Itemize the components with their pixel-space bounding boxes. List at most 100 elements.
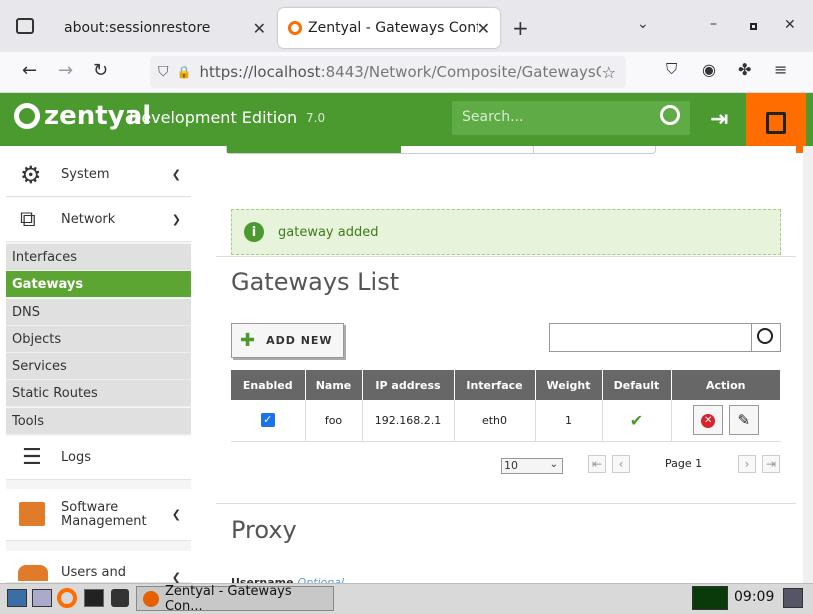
tab-zentyal[interactable]: Zentyal - Gateways Conf ✕: [278, 8, 500, 48]
column-header[interactable]: Enabled: [231, 370, 306, 400]
sidebar-subitem-gateways[interactable]: Gateways: [6, 271, 191, 298]
notice-message: i gateway added: [231, 209, 781, 255]
browser-tab-bar: about:sessionrestore ✕ Zentyal - Gateway…: [0, 0, 813, 52]
search-icon: [757, 328, 773, 344]
sidebar-subitem-interfaces[interactable]: Interfaces: [6, 244, 191, 271]
column-header: Action: [671, 370, 781, 400]
sidebar-subitem-tools[interactable]: Tools: [6, 408, 191, 435]
tray-icon[interactable]: [783, 588, 803, 608]
sidebar-item-label: Logs: [61, 450, 91, 465]
network-icon: ⧉: [20, 207, 36, 232]
sidebar-subitem-label: Static Routes: [12, 386, 98, 401]
browser-nav-bar: ← → ↻ ⛉ 🔒 https://localhost:8443/Network…: [0, 52, 813, 93]
next-page-button[interactable]: ›: [738, 455, 756, 473]
enabled-checkbox[interactable]: ✓: [260, 413, 275, 428]
logout-icon[interactable]: ⇥: [710, 107, 728, 132]
sidebar-item-label: Software Management: [61, 499, 147, 529]
url-bar[interactable]: ⛉ 🔒 https://localhost:8443/Network/Compo…: [150, 56, 626, 88]
new-tab-icon[interactable]: +: [512, 16, 529, 40]
search-placeholder: Search...: [462, 109, 524, 125]
add-new-button[interactable]: ✚ ADD NEW: [231, 323, 344, 358]
save-changes-button[interactable]: [746, 93, 806, 153]
cpu-monitor-icon: [692, 586, 728, 610]
close-icon[interactable]: ✕: [253, 19, 266, 38]
sidebar-item-software[interactable]: Software Management ❮: [6, 489, 191, 541]
column-header[interactable]: Weight: [535, 370, 603, 400]
sidebar-item-system[interactable]: ⚙ System ❮: [6, 153, 191, 197]
extensions-icon[interactable]: ✤: [738, 60, 751, 79]
column-header[interactable]: Name: [305, 370, 363, 400]
minimize-icon[interactable]: –: [710, 16, 717, 32]
sidebar: ⚙ System ❮ ⧉ Network ❯ Interfaces Gatewa…: [6, 153, 191, 584]
search-icon[interactable]: [660, 105, 680, 125]
last-page-button[interactable]: ⇥: [762, 455, 780, 473]
sidebar-item-logs[interactable]: ☰ Logs: [6, 436, 191, 480]
close-icon[interactable]: ✕: [477, 19, 490, 38]
ip-cell: 192.168.2.1: [362, 400, 455, 442]
drive-icon[interactable]: [111, 589, 129, 607]
add-new-label: ADD NEW: [266, 334, 333, 347]
sidebar-item-label: System: [61, 167, 110, 182]
menu-icon[interactable]: ≡: [774, 60, 787, 79]
zentyal-launcher-icon[interactable]: [57, 588, 77, 608]
delete-button[interactable]: ✕: [693, 405, 724, 436]
chevron-left-icon: ❮: [171, 168, 181, 181]
sidebar-subitem-services[interactable]: Services: [6, 353, 191, 380]
shield-icon: ⛉: [158, 64, 169, 80]
gear-icon: ⚙: [20, 160, 42, 189]
page-size-select[interactable]: 10 ⌄: [501, 458, 563, 474]
table-search-button[interactable]: [751, 323, 781, 352]
sidebar-item-network[interactable]: ⧉ Network ❯: [6, 198, 191, 242]
forward-icon[interactable]: →: [58, 60, 73, 81]
table-search-input[interactable]: [549, 323, 752, 352]
tab-divider: [533, 146, 534, 153]
scrollbar[interactable]: [803, 146, 813, 583]
maximize-icon[interactable]: [750, 23, 757, 30]
section-divider: [216, 256, 796, 257]
column-header[interactable]: Default: [602, 370, 672, 400]
sidebar-subitem-label: Tools: [12, 414, 45, 429]
previous-page-button[interactable]: ‹: [612, 455, 630, 473]
back-icon[interactable]: ←: [22, 60, 37, 81]
page-size-value: 10: [504, 459, 518, 472]
tab-overview-icon[interactable]: [16, 18, 34, 34]
sidebar-subitem-dns[interactable]: DNS: [6, 299, 191, 326]
first-page-button[interactable]: ⇤: [588, 455, 606, 473]
bookmark-star-icon[interactable]: ☆: [602, 63, 616, 82]
terminal-icon[interactable]: [84, 589, 104, 607]
account-icon[interactable]: ◉: [702, 60, 716, 79]
reload-icon[interactable]: ↻: [93, 60, 108, 81]
sidebar-item-label: Network: [61, 212, 116, 227]
section-divider: [216, 503, 796, 504]
tab-active-indicator[interactable]: [227, 146, 401, 153]
action-cell: ✕ ✎: [671, 400, 781, 442]
column-header[interactable]: Interface: [454, 370, 536, 400]
sidebar-subitem-static-routes[interactable]: Static Routes: [6, 380, 191, 407]
tab-label: Zentyal - Gateways Conf: [308, 20, 478, 36]
sidebar-subitem-objects[interactable]: Objects: [6, 326, 191, 353]
close-window-icon[interactable]: ✕: [784, 17, 796, 33]
show-desktop-icon[interactable]: [7, 589, 27, 607]
default-cell: ✔: [602, 400, 672, 442]
sidebar-item-users[interactable]: Users and ❮: [6, 551, 191, 584]
checkmark-icon: ✔: [629, 410, 644, 430]
file-manager-icon[interactable]: [32, 589, 52, 607]
logs-icon: ☰: [22, 445, 42, 470]
page-label: Page 1: [665, 457, 703, 470]
column-header[interactable]: IP address: [362, 370, 455, 400]
tab-sessionrestore[interactable]: about:sessionrestore ✕: [52, 8, 276, 48]
edit-button[interactable]: ✎: [728, 405, 759, 436]
table-row: ✓ foo 192.168.2.1 eth0 1 ✔ ✕ ✎: [231, 400, 781, 442]
search-input[interactable]: Search...: [452, 101, 690, 135]
url-path: :8443/Network/Composite/GatewaysG: [320, 63, 601, 81]
pocket-icon[interactable]: ⛉: [666, 60, 677, 78]
tab-strip: [226, 146, 656, 154]
version-label: 7.0: [306, 111, 326, 125]
plus-icon: ✚: [240, 330, 257, 351]
taskbar-window-button[interactable]: Zentyal - Gateways Con...: [136, 584, 334, 614]
users-icon: [18, 565, 48, 581]
edition-label: Development Edition: [129, 108, 298, 127]
sidebar-subitem-label: Interfaces: [12, 250, 77, 265]
gateways-table: Enabled Name IP address Interface Weight…: [231, 370, 781, 442]
tab-list-chevron-icon[interactable]: ⌄: [637, 16, 649, 32]
